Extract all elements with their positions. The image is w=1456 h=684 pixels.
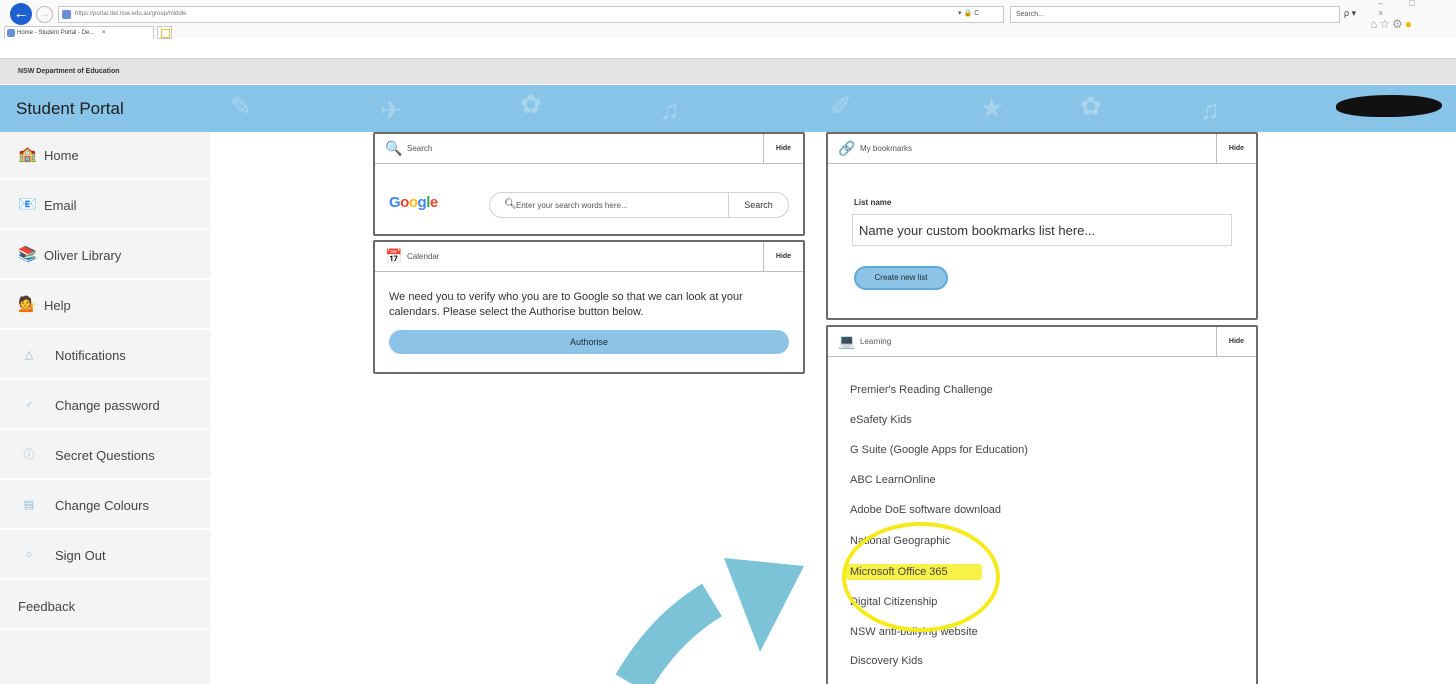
sidebar-item-change-colours[interactable]: ▤ Change Colours <box>0 482 210 530</box>
address-url: https://portal.det.nsw.edu.au/group/midd… <box>75 11 187 17</box>
learning-panel-header: 💻 Learning Hide <box>828 327 1256 357</box>
sidebar-item-label: Help <box>44 298 71 313</box>
authorise-button[interactable]: Authorise <box>389 330 789 354</box>
help-person-icon: 💁 <box>18 296 37 313</box>
page-title: Student Portal <box>16 99 124 118</box>
browser-search-input[interactable]: Search... <box>1010 6 1340 23</box>
sidebar-item-secret-questions[interactable]: ⓘ Secret Questions <box>0 432 210 480</box>
sidebar-item-change-password[interactable]: ♂ Change password <box>0 382 210 430</box>
bookmarks-panel: 🔗 My bookmarks Hide List name Create new… <box>826 132 1258 320</box>
browser-tool-icons[interactable]: ⌂☆⚙● <box>1370 17 1414 31</box>
google-search-box: 🔍︎ Search <box>489 192 789 218</box>
search-dropdown-icon[interactable]: ρ ▾ <box>1344 8 1356 19</box>
search-panel-header: 🔍 Search Hide <box>375 134 803 164</box>
school-icon: 🏫 <box>18 146 37 163</box>
sidebar-item-oliver-library[interactable]: 📚 Oliver Library <box>0 232 210 280</box>
new-tab-button[interactable] <box>157 26 172 39</box>
portal-header: ✎ ✈ ✿ ♫ ✐ ★ ✿ ♫ Student Portal <box>0 85 1456 132</box>
browser-toolbar: ← → https://portal.det.nsw.edu.au/group/… <box>0 0 1456 39</box>
list-name-label: List name <box>854 198 892 207</box>
doodle-decoration: ★ <box>980 93 1004 123</box>
mailbox-icon: 📧 <box>18 196 37 213</box>
panel-title: Calendar <box>407 252 440 261</box>
doodle-decoration: ✈ <box>380 95 402 125</box>
panel-title: Search <box>407 144 433 153</box>
learning-link[interactable]: Adobe DoE software download <box>850 504 1001 516</box>
sidebar-item-label: Home <box>44 148 79 163</box>
doodle-decoration: ✿ <box>1080 91 1102 121</box>
learning-link[interactable]: eSafety Kids <box>850 414 912 426</box>
sidebar-item-label: Oliver Library <box>44 248 122 263</box>
bookmark-link-icon: 🔗 <box>838 140 856 156</box>
window-controls[interactable]: – □ × <box>1378 0 1456 18</box>
panel-title: My bookmarks <box>860 144 913 153</box>
forward-arrow-icon[interactable]: → <box>36 6 53 23</box>
calendar-message: We need you to verify who you are to Goo… <box>389 291 743 318</box>
sidebar-item-label: Change password <box>55 398 160 413</box>
hide-search-button[interactable]: Hide <box>763 134 803 163</box>
doodle-decoration: ♫ <box>1200 95 1220 125</box>
panel-title: Learning <box>860 337 892 346</box>
department-name: NSW Department of Education <box>18 68 120 75</box>
learning-link[interactable]: Discovery Kids <box>850 655 923 667</box>
google-search-button[interactable]: Search <box>728 193 788 217</box>
back-arrow-icon[interactable]: ← <box>10 3 32 25</box>
google-logo: Google <box>389 194 438 211</box>
google-search-input[interactable] <box>516 197 716 213</box>
sidebar-item-label: Change Colours <box>55 498 149 513</box>
sidebar-item-notifications[interactable]: △ Notifications <box>0 332 210 380</box>
tab-close-icon[interactable]: × <box>102 30 106 36</box>
hide-bookmarks-button[interactable]: Hide <box>1216 134 1256 163</box>
department-bar: NSW Department of Education <box>0 58 1456 84</box>
bell-icon: △ <box>24 349 34 361</box>
browser-tab[interactable]: Home - Student Portal - De... × <box>4 26 154 39</box>
smiley-feedback-icon[interactable]: ● <box>1405 17 1414 31</box>
sign-out-icon: ○ <box>25 549 33 561</box>
sidebar-item-label: Email <box>44 198 77 213</box>
doodle-decoration: ♫ <box>660 95 680 125</box>
sidebar-item-label: Notifications <box>55 348 126 363</box>
learning-link[interactable]: Premier's Reading Challenge <box>850 384 993 396</box>
sidebar: 🏫 Home 📧 Email 📚 Oliver Library 💁 Help △… <box>0 132 210 684</box>
sidebar-item-sign-out[interactable]: ○ Sign Out <box>0 532 210 580</box>
address-bar[interactable]: https://portal.det.nsw.edu.au/group/midd… <box>58 6 1004 23</box>
search-panel: 🔍 Search Hide Google 🔍︎ Search <box>373 132 805 236</box>
sidebar-item-feedback[interactable]: Feedback <box>0 582 210 630</box>
settings-gear-icon[interactable]: ⚙ <box>1392 17 1405 31</box>
sidebar-item-help[interactable]: 💁 Help <box>0 282 210 330</box>
question-icon: ⓘ <box>23 449 35 461</box>
site-favicon-icon <box>62 10 71 19</box>
hide-learning-button[interactable]: Hide <box>1216 327 1256 356</box>
create-new-list-button[interactable]: Create new list <box>854 266 948 290</box>
search-icon: 🔍 <box>385 140 403 156</box>
monitor-icon: 💻 <box>838 333 856 349</box>
calendar-panel: 📅 Calendar Hide We need you to verify wh… <box>373 240 805 374</box>
highlight-circle <box>842 522 1000 632</box>
tab-title: Home - Student Portal - De... <box>17 30 95 36</box>
palette-icon: ▤ <box>23 499 35 511</box>
doodle-decoration: ✿ <box>520 89 542 119</box>
doodle-decoration: ✎ <box>230 91 252 121</box>
bookmarks-panel-header: 🔗 My bookmarks Hide <box>828 134 1256 164</box>
sidebar-item-home[interactable]: 🏫 Home <box>0 132 210 180</box>
learning-link[interactable]: ABC LearnOnline <box>850 474 936 486</box>
key-icon: ♂ <box>24 399 34 411</box>
learning-link[interactable]: G Suite (Google Apps for Education) <box>850 444 1028 456</box>
list-name-input[interactable] <box>852 214 1232 246</box>
favorites-star-icon[interactable]: ☆ <box>1379 17 1392 31</box>
magnifier-icon: 🔍︎ <box>504 199 517 210</box>
calendar-panel-header: 📅 Calendar Hide <box>375 242 803 272</box>
avatar[interactable] <box>1336 95 1442 117</box>
address-tools-icons[interactable]: ▾ 🔒 C <box>958 9 979 17</box>
tab-favicon-icon <box>7 29 15 37</box>
doodle-decoration: ✐ <box>830 91 852 121</box>
hide-calendar-button[interactable]: Hide <box>763 242 803 271</box>
sidebar-item-label: Secret Questions <box>55 448 155 463</box>
sidebar-item-label: Feedback <box>18 599 76 614</box>
calendar-icon: 📅 <box>385 248 403 264</box>
books-icon: 📚 <box>18 246 37 263</box>
home-icon[interactable]: ⌂ <box>1370 17 1379 31</box>
sidebar-item-label: Sign Out <box>55 548 106 563</box>
sidebar-item-email[interactable]: 📧 Email <box>0 182 210 230</box>
